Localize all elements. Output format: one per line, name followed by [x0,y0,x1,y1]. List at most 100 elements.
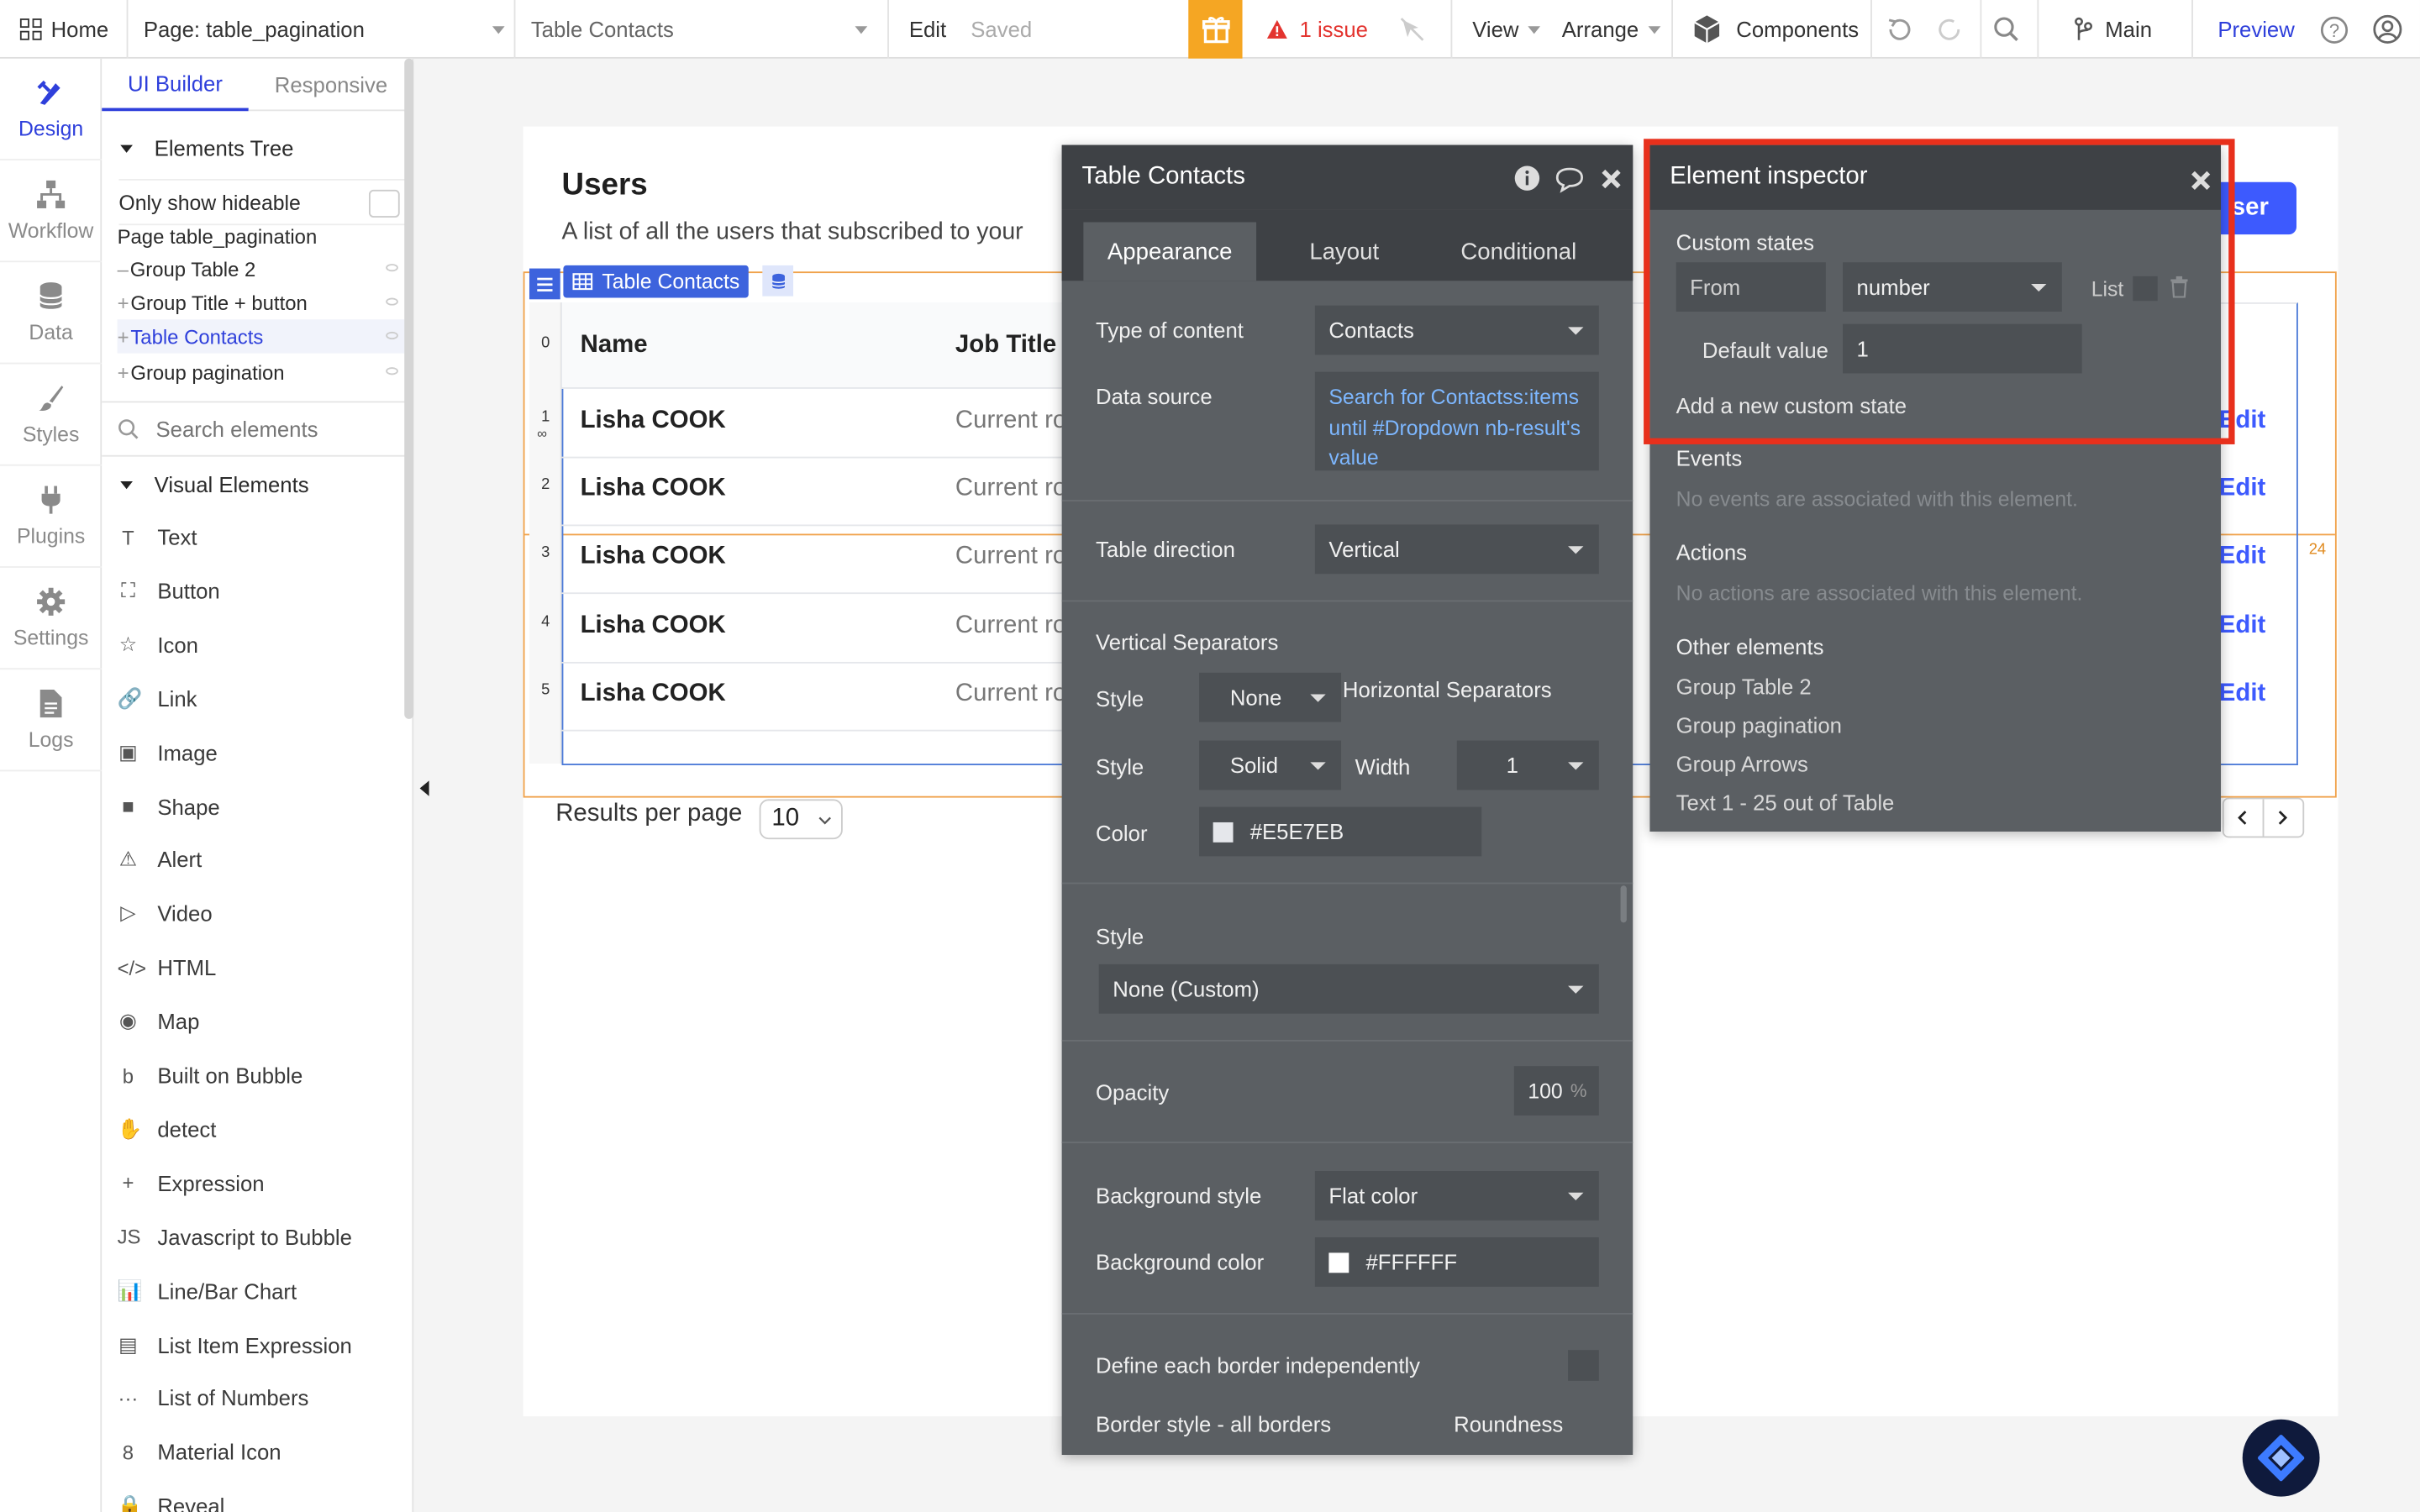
gift-button[interactable] [1188,0,1243,59]
list-icon[interactable] [529,268,560,300]
tab-appearance[interactable]: Appearance [1083,222,1257,281]
search-elements-input[interactable] [155,416,388,442]
eye-icon[interactable] [386,331,398,340]
cell-job-title[interactable]: Current ro [955,475,1062,503]
tab-layout[interactable]: Layout [1260,222,1429,281]
cell-job-title[interactable]: Current ro [955,407,1062,435]
element-item-list-item-expression[interactable]: ▤ List Item Expression [118,1318,405,1370]
results-per-page-dropdown[interactable]: 10 [759,799,843,840]
nav-data[interactable]: Data [0,262,103,365]
element-item-reveal[interactable]: 🔒 Reveal [118,1480,405,1512]
element-item-image[interactable]: ▣ Image [118,726,405,778]
cell-name[interactable]: Lisha COOK [581,475,726,503]
table-contacts-tag[interactable]: Table Contacts [563,265,750,298]
nav-logs[interactable]: Logs [0,669,103,772]
users-subtitle[interactable]: A list of all the users that subscribed … [562,219,1062,247]
eye-icon[interactable] [386,264,398,272]
width-dropdown[interactable]: 1 [1456,740,1599,790]
style-dropdown[interactable]: None (Custom) [1098,963,1599,1014]
tree-item-table-contacts[interactable]: + Table Contacts [117,319,405,354]
data-source-expression[interactable]: Search for Contactss:items until #Dropdo… [1314,371,1599,471]
element-item-map[interactable]: ◉ Map [118,995,405,1047]
tree-item-group-table-2[interactable]: – Group Table 2 [118,251,405,285]
cell-job-title[interactable]: Current ro [955,680,1062,708]
element-item-link[interactable]: 🔗 Link [118,672,405,724]
vsep-style-dropdown[interactable]: None [1199,672,1342,722]
panel-scrollbar[interactable] [404,58,414,719]
opacity-input[interactable]: 100% [1513,1066,1599,1116]
element-item-html[interactable]: </> HTML [118,942,405,994]
other-element-link[interactable]: Group Table 2 [1676,675,1812,699]
tab-ui-builder[interactable]: UI Builder [102,59,249,112]
help-icon[interactable]: ? [2320,0,2349,59]
property-panel-scrollbar[interactable] [1620,885,1627,923]
elements-tree-header[interactable]: Elements Tree [120,136,293,160]
element-item-material-icon[interactable]: 8 Material Icon [118,1426,405,1478]
undo-icon[interactable] [1885,0,1912,59]
tree-item-page[interactable]: Page table_pagination [118,219,405,253]
other-element-link[interactable]: Group Arrows [1676,751,1808,775]
eye-icon[interactable] [386,367,398,375]
nav-styles[interactable]: Styles [0,364,103,466]
element-item-expression[interactable]: + Expression [118,1157,405,1209]
cell-name[interactable]: Lisha COOK [581,543,726,571]
background-color-picker[interactable]: #FFFFFF [1314,1237,1599,1287]
column-header-name[interactable]: Name [581,332,648,360]
nav-design[interactable]: Design [0,59,103,161]
account-icon[interactable] [2372,0,2403,59]
visual-elements-header[interactable]: Visual Elements [120,472,309,496]
nav-settings[interactable]: Settings [0,568,103,670]
element-item-icon[interactable]: ☆ Icon [118,618,405,670]
search-icon[interactable] [1992,0,2020,59]
element-item-built-on-bubble[interactable]: b Built on Bubble [118,1049,405,1101]
tree-item-group-pagination[interactable]: + Group pagination [118,354,405,388]
home-button[interactable]: Home [19,0,108,59]
eye-icon[interactable] [386,297,398,306]
users-title[interactable]: Users [562,168,648,203]
help-chat-button[interactable] [2242,1419,2320,1497]
pointer-icon[interactable] [1398,0,1426,59]
element-item-detect[interactable]: ✋ detect [118,1103,405,1155]
cell-job-title[interactable]: Current ro [955,612,1062,639]
border-independent-checkbox[interactable] [1568,1350,1599,1381]
type-of-content-dropdown[interactable]: Contacts [1314,305,1599,355]
edit-link[interactable]: Edit [2219,612,2265,639]
column-header-job-title[interactable]: Job Title [955,332,1056,360]
other-element-link[interactable]: Text 1 - 25 out of Table [1676,790,1895,814]
close-icon[interactable] [1601,168,1623,190]
element-selector[interactable]: Table Contacts [531,0,874,59]
edit-menu[interactable]: Edit [909,0,946,59]
hsep-style-dropdown[interactable]: Solid [1199,740,1342,790]
element-item-button[interactable]: ⛶ Button [118,564,405,617]
nav-plugins[interactable]: Plugins [0,466,103,568]
cell-name[interactable]: Lisha COOK [581,612,726,639]
edit-link[interactable]: Edit [2219,475,2265,503]
tree-item-group-title-button[interactable]: + Group Title + button [118,286,405,319]
table-direction-dropdown[interactable]: Vertical [1314,524,1599,575]
cell-job-title[interactable]: Current ro [955,543,1062,571]
separator-color-picker[interactable]: #E5E7EB [1199,806,1482,857]
element-item-video[interactable]: ▷ Video [118,888,405,940]
cell-name[interactable]: Lisha COOK [581,407,726,435]
element-item-javascript-to-bubble[interactable]: JS Javascript to Bubble [118,1210,405,1263]
collapse-panel-icon[interactable] [419,780,429,796]
preview-button[interactable]: Preview [2217,0,2294,59]
database-icon[interactable] [762,265,794,297]
property-editor-header[interactable]: Table Contacts [1061,144,1634,210]
element-item-line-bar-chart[interactable]: 📊 Line/Bar Chart [118,1264,405,1316]
chevron-left-icon[interactable] [2224,799,2264,837]
element-item-shape[interactable]: ■ Shape [118,780,405,832]
other-element-link[interactable]: Group pagination [1676,713,1842,738]
branch-selector[interactable]: Main [2073,0,2152,59]
comment-icon[interactable] [1555,166,1586,193]
edit-link[interactable]: Edit [2219,543,2265,571]
page-selector[interactable]: Page: table_pagination [144,0,511,59]
chevron-right-icon[interactable] [2264,799,2303,836]
element-item-list-of-numbers[interactable]: ··· List of Numbers [118,1373,405,1425]
issues-button[interactable]: 1 issue [1265,0,1368,59]
element-item-text[interactable]: T Text [118,511,405,563]
edit-link[interactable]: Edit [2219,680,2265,708]
nav-workflow[interactable]: Workflow [0,160,103,263]
info-icon[interactable] [1514,165,1540,192]
components-button[interactable]: Components [1691,0,1859,59]
